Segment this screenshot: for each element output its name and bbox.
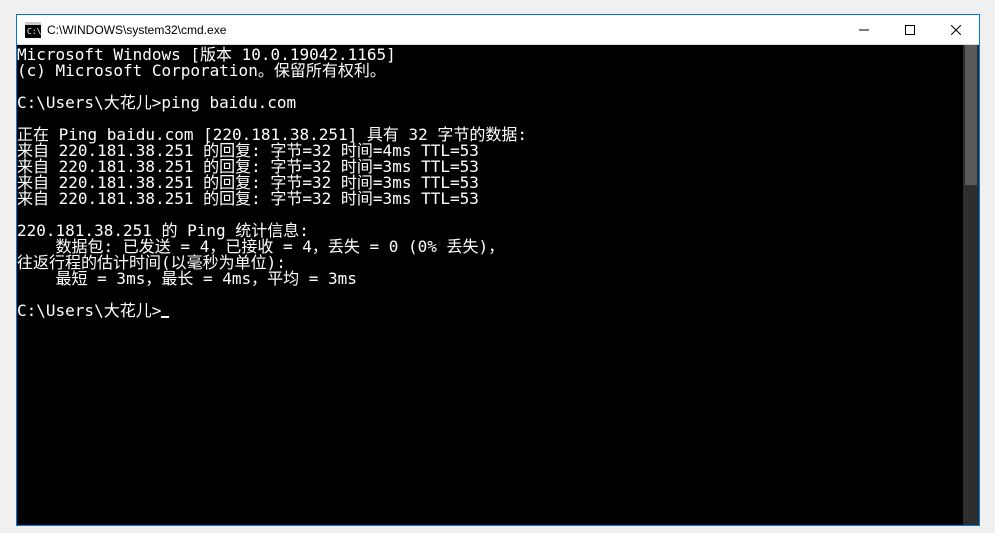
cursor [161, 316, 169, 318]
titlebar[interactable]: C:\ C:\WINDOWS\system32\cmd.exe [17, 15, 979, 45]
close-button[interactable] [933, 15, 979, 44]
terminal-output[interactable]: Microsoft Windows [版本 10.0.19042.1165](c… [17, 45, 963, 525]
minimize-button[interactable] [841, 15, 887, 44]
cmd-window: C:\ C:\WINDOWS\system32\cmd.exe Microsof… [16, 14, 980, 526]
output-line: 来自 220.181.38.251 的回复: 字节=32 时间=3ms TTL=… [17, 191, 963, 207]
svg-text:C:\: C:\ [27, 27, 41, 36]
scrollbar[interactable] [963, 45, 979, 525]
prompt-line: C:\Users\大花儿> [17, 303, 963, 319]
prompt-text: C:\Users\大花儿> [17, 301, 161, 320]
window-controls [841, 15, 979, 44]
output-line: 最短 = 3ms，最长 = 4ms，平均 = 3ms [17, 271, 963, 287]
window-title: C:\WINDOWS\system32\cmd.exe [47, 23, 841, 37]
scrollbar-thumb[interactable] [965, 45, 977, 185]
prompt-line: C:\Users\大花儿>ping baidu.com [17, 95, 963, 111]
maximize-button[interactable] [887, 15, 933, 44]
output-line: (c) Microsoft Corporation。保留所有权利。 [17, 63, 963, 79]
terminal-wrap: Microsoft Windows [版本 10.0.19042.1165](c… [17, 45, 979, 525]
cmd-icon: C:\ [25, 22, 41, 38]
